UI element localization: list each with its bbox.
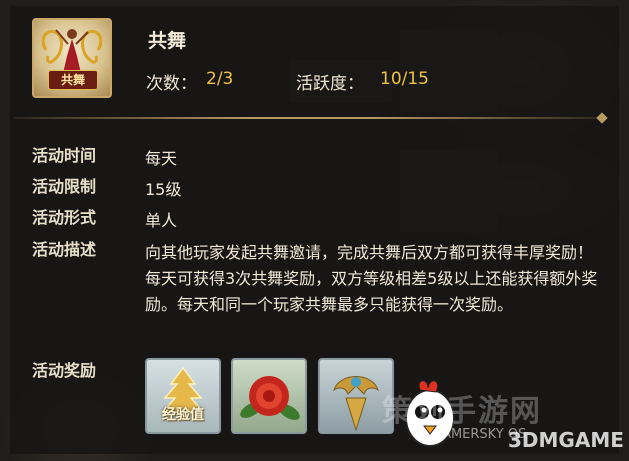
activity-title: 共舞 xyxy=(148,30,187,52)
form-value: 单人 xyxy=(145,211,178,230)
icon-tag: 共舞 xyxy=(48,70,98,90)
time-label: 活动时间 xyxy=(32,146,97,165)
activity-points-label: 活跃度： xyxy=(296,74,364,94)
activity-icon-frame: 共舞 xyxy=(32,18,112,98)
header-divider xyxy=(14,117,606,119)
description-label: 活动描述 xyxy=(32,240,97,259)
reward-label: 活动奖励 xyxy=(32,361,97,380)
reward-slot-experience[interactable]: 经验值 xyxy=(145,358,221,434)
form-label: 活动形式 xyxy=(32,208,97,227)
limit-value: 15级 xyxy=(145,180,182,199)
count-label: 次数： xyxy=(146,74,197,94)
count-value: 2/3 xyxy=(206,69,234,89)
reward-slot-flower[interactable] xyxy=(231,358,307,434)
watermark-text: 策划手游网 xyxy=(382,394,542,429)
time-value: 每天 xyxy=(145,149,178,168)
camellia-flower-icon xyxy=(240,376,300,420)
activity-points-value: 10/15 xyxy=(380,69,429,89)
reward-label-experience: 经验值 xyxy=(162,407,204,423)
watermark-brand: 3DMGAME xyxy=(508,428,624,452)
limit-label: 活动限制 xyxy=(32,177,97,196)
description-text: 向其他玩家发起共舞邀请，完成共舞后双方都可获得丰厚奖励！每天可获得3次共舞奖励，… xyxy=(145,243,598,314)
